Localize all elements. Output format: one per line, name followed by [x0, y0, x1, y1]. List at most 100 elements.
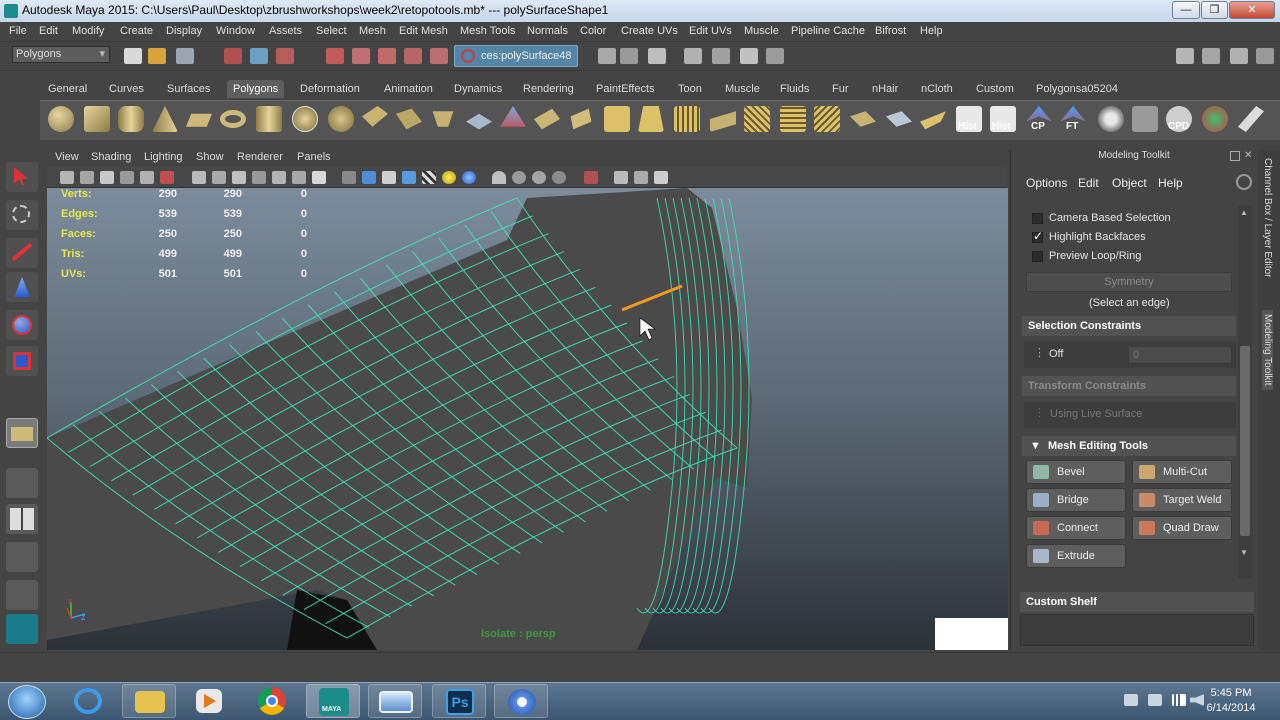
mask-surfaces-icon[interactable]	[404, 48, 422, 64]
menu-pipeline-cache[interactable]: Pipeline Cache	[791, 25, 865, 37]
poly-pipe-icon[interactable]	[328, 106, 354, 132]
tab-fluids[interactable]: Fluids	[780, 80, 809, 98]
xray-components-icon[interactable]	[654, 171, 668, 184]
taskbar-ie[interactable]	[62, 684, 116, 718]
render-settings-icon[interactable]	[766, 48, 784, 64]
toolkit-scrollbar[interactable]: ▲ ▼	[1238, 206, 1252, 578]
vp-menu-view[interactable]: View	[55, 151, 79, 163]
tab-polygons[interactable]: Polygons	[227, 80, 285, 98]
last-tool-icon[interactable]	[6, 418, 38, 448]
connect-button[interactable]: Connect	[1026, 516, 1126, 540]
2d-pan-icon[interactable]	[140, 171, 154, 184]
perspective-viewport[interactable]: Verts: 290 290 0 Edges: 539 539 0 Faces:…	[47, 188, 1008, 650]
safe-action-icon[interactable]	[292, 171, 306, 184]
move-tool-icon[interactable]	[6, 272, 38, 302]
textured-icon[interactable]	[402, 171, 416, 184]
grid-icon[interactable]	[192, 171, 206, 184]
wedge-icon[interactable]	[814, 106, 840, 132]
append-polygon-icon[interactable]	[744, 106, 770, 132]
use-default-material-icon[interactable]	[422, 171, 436, 184]
select-component-icon[interactable]	[276, 48, 294, 64]
poly-torus-icon[interactable]	[220, 110, 246, 128]
menu-mesh[interactable]: Mesh	[359, 25, 386, 37]
taskbar-photoshop[interactable]: Ps	[432, 684, 486, 718]
vp-menu-lighting[interactable]: Lighting	[144, 151, 183, 163]
insert-edge-loop-icon[interactable]	[674, 106, 700, 132]
transform-constraints-header[interactable]: Transform Constraints	[1022, 376, 1236, 396]
poly-soccerball-icon[interactable]	[292, 106, 318, 132]
tab-muscle[interactable]: Muscle	[725, 80, 760, 98]
tab-rendering[interactable]: Rendering	[523, 80, 574, 98]
selection-constraints-field[interactable]: 0	[1128, 346, 1232, 364]
poly-sphere-icon[interactable]	[48, 106, 74, 132]
menu-help[interactable]: Help	[920, 25, 943, 37]
menu-bifrost[interactable]: Bifrost	[875, 25, 906, 37]
tab-fur[interactable]: Fur	[832, 80, 849, 98]
wireframe-icon[interactable]	[342, 171, 356, 184]
custom-shelf-header[interactable]: Custom Shelf	[1020, 592, 1254, 612]
isolate-select-icon[interactable]	[584, 171, 598, 184]
poly-cube-icon[interactable]	[84, 106, 110, 132]
menu-create-uvs[interactable]: Create UVs	[621, 25, 678, 37]
toolkit-toggle-icon[interactable]	[1256, 48, 1274, 64]
smooth-shade-icon[interactable]	[362, 171, 376, 184]
symmetry-button[interactable]: Symmetry	[1026, 272, 1232, 292]
minimize-button[interactable]: —	[1172, 1, 1200, 19]
tray-network-icon[interactable]	[1148, 694, 1162, 706]
maximize-button[interactable]: ❐	[1201, 1, 1228, 19]
menu-muscle[interactable]: Muscle	[744, 25, 779, 37]
tab-nhair[interactable]: nHair	[872, 80, 898, 98]
multisample-icon[interactable]	[532, 171, 546, 184]
toolkit-close-icon[interactable]: ✕	[1244, 150, 1252, 161]
menu-color[interactable]: Color	[580, 25, 606, 37]
tray-signal-icon[interactable]	[1172, 694, 1186, 706]
menu-assets[interactable]: Assets	[269, 25, 302, 37]
scroll-down-icon[interactable]: ▼	[1240, 548, 1248, 557]
lasso-tool-icon[interactable]	[6, 200, 38, 230]
save-scene-icon[interactable]	[176, 48, 194, 64]
gate-mask-icon[interactable]	[252, 171, 266, 184]
tab-painteffects[interactable]: PaintEffects	[596, 80, 655, 98]
taskbar-media-player[interactable]	[182, 684, 236, 718]
tab-custom[interactable]: Custom	[976, 80, 1014, 98]
vp-menu-shading[interactable]: Shading	[91, 151, 131, 163]
split-polygon-icon[interactable]	[780, 106, 806, 132]
attribute-editor-icon[interactable]	[1176, 48, 1194, 64]
toolkit-menu-edit[interactable]: Edit	[1078, 176, 1099, 190]
snap-grid-icon[interactable]	[598, 48, 616, 64]
target-weld-button[interactable]: Target Weld	[1132, 488, 1232, 512]
tab-surfaces[interactable]: Surfaces	[167, 80, 210, 98]
screen-ao-icon[interactable]	[492, 171, 506, 184]
render-frame-icon[interactable]	[712, 48, 730, 64]
tool-settings-icon[interactable]	[1202, 48, 1220, 64]
snap-curve-icon[interactable]	[620, 48, 638, 64]
bookmark-icon[interactable]	[100, 171, 114, 184]
image-plane-icon[interactable]	[120, 171, 134, 184]
taskbar-chrome[interactable]	[246, 684, 300, 718]
taskbar-maya[interactable]: MAYA	[306, 684, 360, 718]
xray-icon[interactable]	[614, 171, 628, 184]
menu-display[interactable]: Display	[166, 25, 202, 37]
tab-animation[interactable]: Animation	[384, 80, 433, 98]
layout-four-icon[interactable]	[6, 504, 38, 534]
mesh-editing-tools-header[interactable]: ▼ Mesh Editing Tools	[1022, 436, 1236, 456]
tab-deformation[interactable]: Deformation	[300, 80, 360, 98]
toolkit-menu-help[interactable]: Help	[1158, 176, 1183, 190]
layout-graph-icon[interactable]	[6, 580, 38, 610]
scroll-up-icon[interactable]: ▲	[1240, 208, 1248, 217]
start-button[interactable]	[8, 685, 46, 719]
depth-of-field-icon[interactable]	[552, 171, 566, 184]
scroll-thumb[interactable]	[1240, 346, 1250, 536]
menu-select[interactable]: Select	[316, 25, 347, 37]
poly-prism-icon[interactable]	[256, 106, 282, 132]
menu-edit-mesh[interactable]: Edit Mesh	[399, 25, 448, 37]
scale-tool-icon[interactable]	[6, 346, 38, 376]
tab-dynamics[interactable]: Dynamics	[454, 80, 502, 98]
snap-point-icon[interactable]	[648, 48, 666, 64]
menu-window[interactable]: Window	[216, 25, 255, 37]
shadows-icon[interactable]	[462, 171, 476, 184]
tab-toon[interactable]: Toon	[678, 80, 702, 98]
close-button[interactable]: ✕	[1229, 1, 1275, 19]
vp-menu-renderer[interactable]: Renderer	[237, 151, 283, 163]
mask-joints-icon[interactable]	[352, 48, 370, 64]
